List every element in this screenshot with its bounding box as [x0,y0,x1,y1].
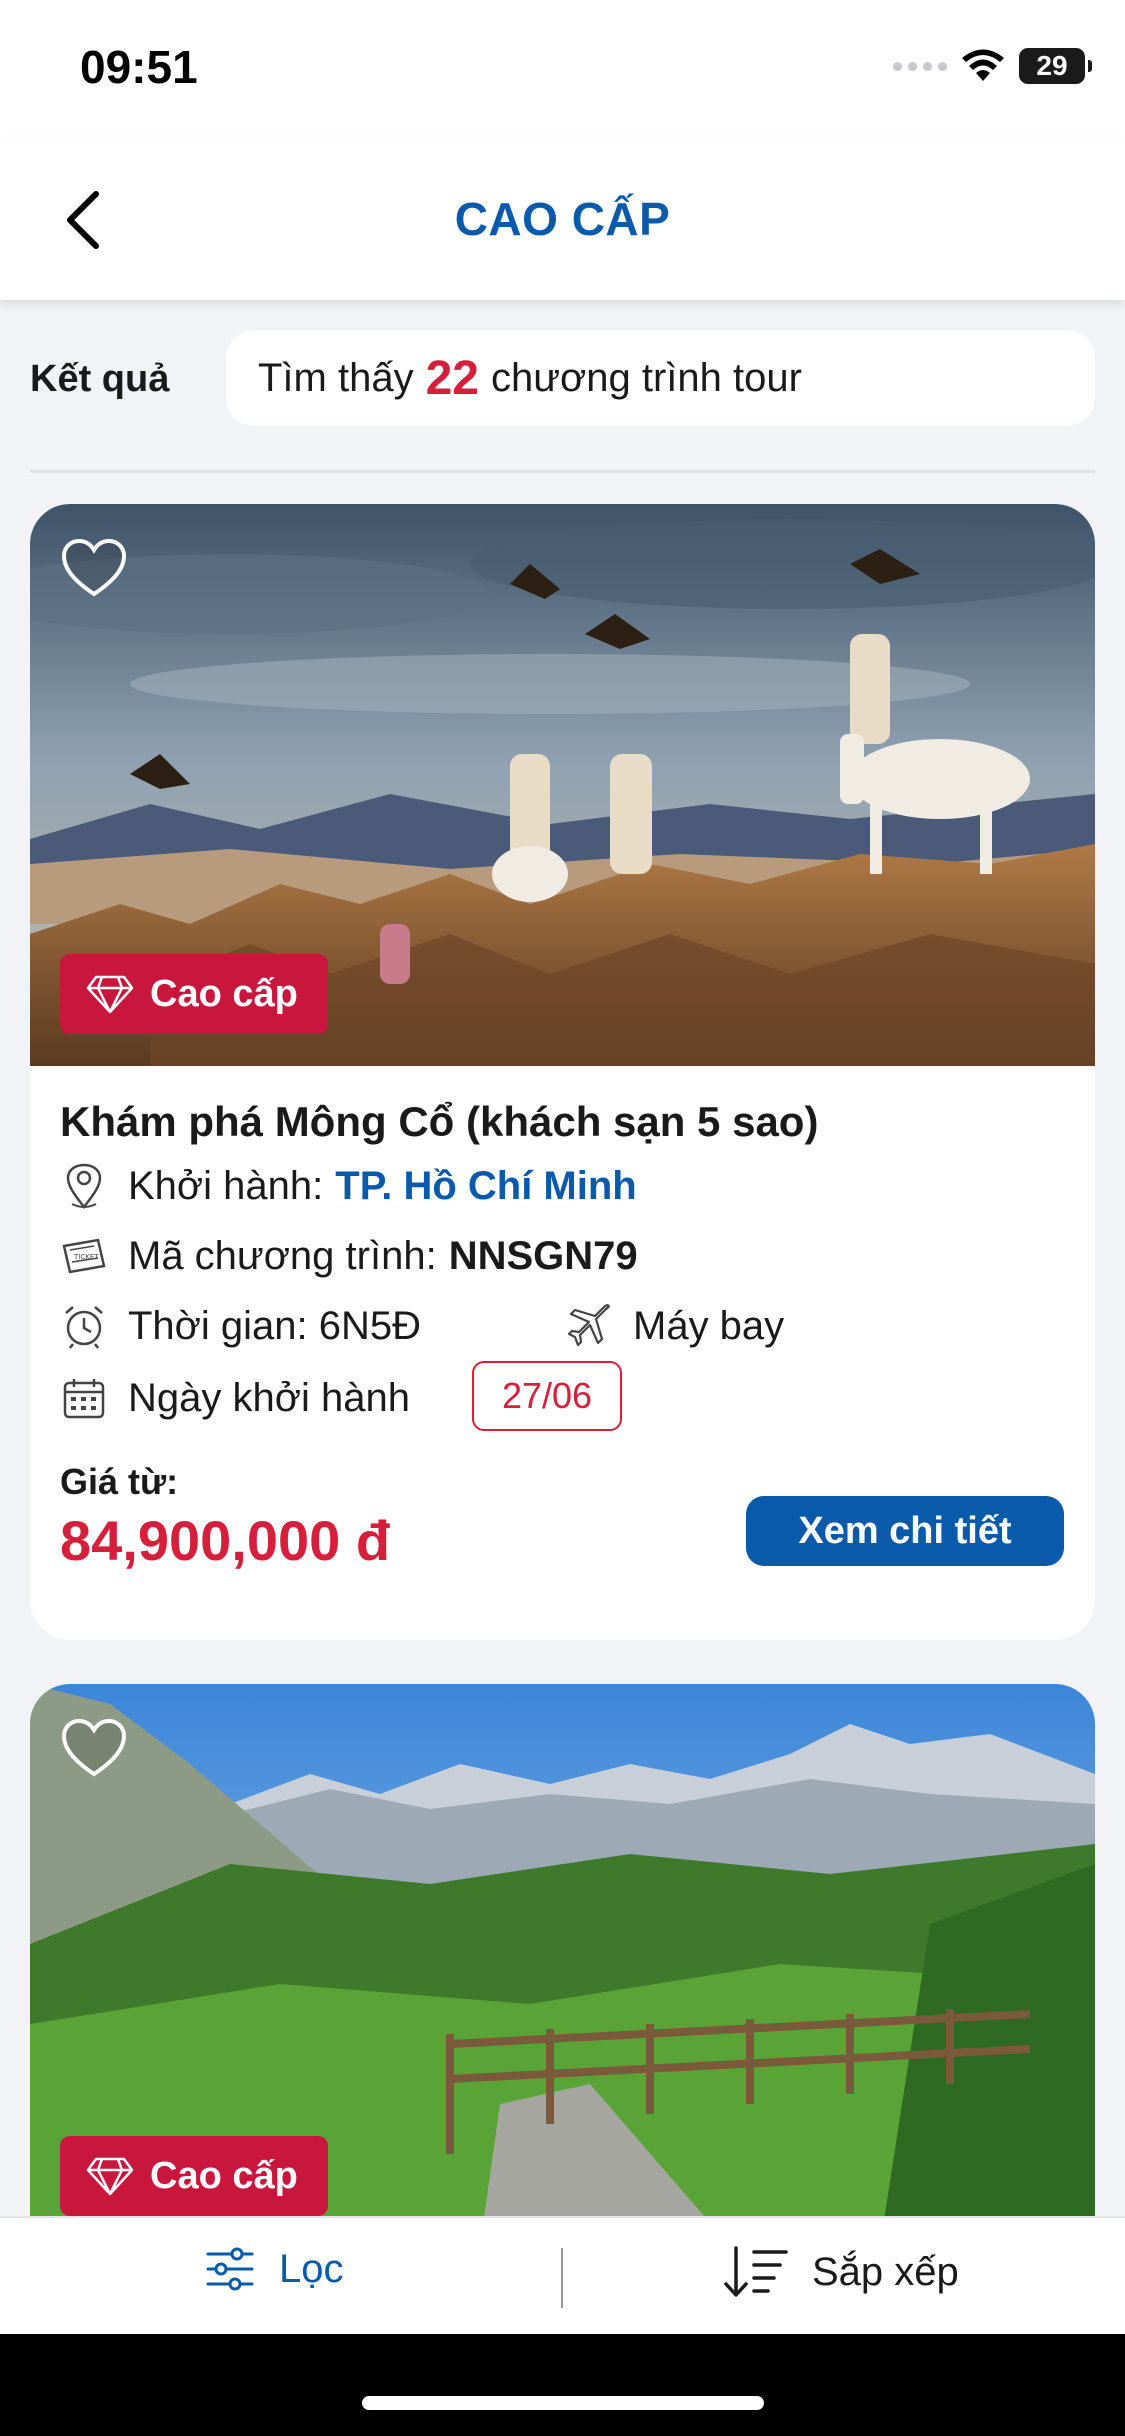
tour-image[interactable]: Cao cấp [30,1684,1095,2246]
badge-label: Cao cấp [150,2154,298,2197]
transport: Máy bay [633,1303,785,1348]
premium-badge: Cao cấp [60,954,328,1034]
badge-label: Cao cấp [150,972,298,1015]
airplane-icon [567,1304,610,1347]
heart-icon[interactable] [60,538,128,600]
wifi-icon [962,49,1004,81]
results-summary: Tìm thấy 22 chương trình tour [226,330,1095,426]
transport-row: Máy bay [565,1302,784,1350]
bar-divider [561,2248,563,2308]
results-label: Kết quả [30,358,170,400]
alarm-clock-icon [65,1306,103,1349]
ticket-icon: TICKET [62,1238,106,1274]
home-indicator[interactable] [362,2396,764,2410]
location-pin-icon [66,1163,102,1210]
status-bar: 09:51 29 [0,0,1125,140]
tour-code: NNSGN79 [448,1233,638,1278]
code-row: TICKET Mã chương trình: NNSGN79 [60,1232,638,1280]
battery-indicator: 29 [1019,48,1092,84]
sort-icon [724,2246,788,2297]
heart-icon[interactable] [60,1718,128,1780]
date-row: Ngày khởi hành [60,1374,410,1422]
page-title: CAO CẤP [454,193,671,245]
sort-button[interactable]: Sắp xếp [722,2244,959,2300]
filter-button[interactable]: Lọc [205,2246,344,2292]
sort-label: Sắp xếp [812,2249,959,2294]
status-time: 09:51 [80,41,198,93]
home-indicator-area [0,2334,1125,2436]
departure-city: TP. Hồ Chí Minh [335,1163,637,1208]
departure-label: Khởi hành: [128,1163,324,1208]
calendar-icon [63,1379,105,1419]
tour-image[interactable]: Cao cấp [30,504,1095,1066]
filter-sliders-icon [206,2247,254,2291]
tour-title[interactable]: Khám phá Mông Cổ (khách sạn 5 sao) [60,1098,818,1146]
tour-card[interactable]: Cao cấp [30,1684,1095,2284]
code-label: Mã chương trình: [128,1233,437,1278]
departure-date-chip[interactable]: 27/06 [472,1361,622,1431]
filter-label: Lọc [279,2246,344,2291]
tour-card[interactable]: Cao cấp Khám phá Mông Cổ (khách sạn 5 sa… [30,504,1095,1640]
svg-text:TICKET: TICKET [73,1253,99,1261]
duration-row: Thời gian: 6N5Đ [60,1302,421,1350]
cellular-signal-icon [893,61,947,71]
results-suffix: chương trình tour [490,355,802,400]
date-label: Ngày khởi hành [128,1375,410,1420]
premium-badge: Cao cấp [60,2136,328,2216]
view-details-button[interactable]: Xem chi tiết [746,1496,1064,1566]
results-prefix: Tìm thấy [258,355,414,400]
bottom-action-bar: Lọc Sắp xếp [0,2216,1125,2334]
results-count: 22 [425,351,479,405]
price-label: Giá từ: [60,1461,179,1502]
divider [30,470,1095,473]
departure-row: Khởi hành: TP. Hồ Chí Minh [60,1162,637,1210]
price: 84,900,000 đ [60,1509,391,1572]
duration: Thời gian: 6N5Đ [128,1303,422,1348]
status-icons: 29 [893,48,1092,84]
header: CAO CẤP [0,140,1125,300]
diamond-icon [86,975,134,1014]
diamond-icon [86,2157,134,2196]
